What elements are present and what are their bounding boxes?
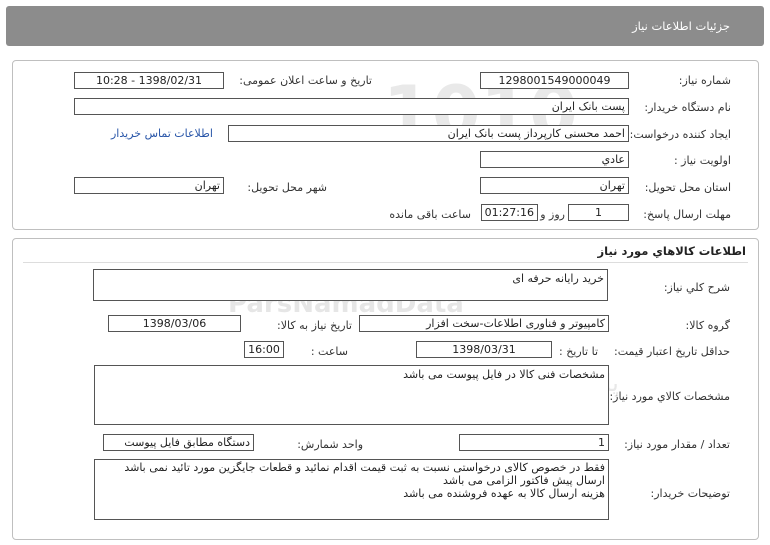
need-date-label: تاریخ نیاز به کالا:: [277, 319, 352, 332]
remaining-label: ساعت باقی مانده: [389, 208, 471, 221]
days-word: روز و: [540, 208, 565, 221]
need-date-field[interactable]: 1398/03/06: [108, 315, 241, 332]
announce-field[interactable]: 1398/02/31 - 10:28: [74, 72, 224, 89]
qty-label: تعداد / مقدار مورد نیاز:: [624, 438, 730, 451]
city-field[interactable]: تهران: [74, 177, 224, 194]
buyer-org-field[interactable]: پست بانک ایران: [74, 98, 629, 115]
validity-label: حداقل تاریخ اعتبار قیمت:: [614, 345, 730, 358]
specs-label: مشخصات کالاي مورد نياز:: [609, 390, 730, 403]
need-number-label: شماره نیاز:: [678, 74, 731, 87]
unit-field[interactable]: دستگاه مطابق فایل پیوست: [103, 434, 254, 451]
notes-label: توضیحات خریدار:: [650, 487, 731, 500]
until-date-label: تا تاریخ :: [559, 345, 598, 358]
notes-line-3: هزینه ارسال کالا به عهده فروشنده می باشد: [403, 487, 605, 500]
announce-label: تاریخ و ساعت اعلان عمومی:: [239, 74, 372, 87]
notes-line-1: فقط در خصوص کالای درخواستی نسبت به ثبت ق…: [124, 461, 605, 474]
priority-field[interactable]: عادي: [480, 151, 629, 168]
summary-field[interactable]: خرید رایانه حرفه ای: [93, 269, 608, 301]
goods-section-title: اطلاعات کالاهاي مورد نياز: [597, 244, 746, 258]
priority-label: اولویت نیاز :: [673, 154, 731, 167]
qty-field[interactable]: 1: [459, 434, 609, 451]
notes-field[interactable]: فقط در خصوص کالای درخواستی نسبت به ثبت ق…: [94, 459, 609, 520]
goods-panel: اطلاعات کالاهاي مورد نياز ParsNamadData …: [12, 238, 759, 540]
buyer-org-label: نام دستگاه خریدار:: [644, 101, 731, 114]
group-field[interactable]: کامپیوتر و فناوری اطلاعات-سخت افزار: [359, 315, 609, 332]
specs-field[interactable]: مشخصات فنی کالا در فایل پیوست می باشد: [94, 365, 609, 425]
notes-line-2: ارسال پیش فاکتور الزامی می باشد: [442, 474, 605, 487]
validity-date-field[interactable]: 1398/03/31: [416, 341, 552, 358]
creator-label: ایجاد کننده درخواست:: [629, 128, 731, 141]
group-label: گروه کالا:: [685, 319, 730, 332]
deadline-time-field[interactable]: 01:27:16: [481, 204, 538, 221]
need-info-panel: 1010 شماره نیاز: 1298001549000049 تاریخ …: [12, 60, 759, 230]
time-label: ساعت :: [310, 345, 348, 358]
deadline-days-field[interactable]: 1: [568, 204, 629, 221]
deadline-label: مهلت ارسال پاسخ:: [643, 208, 731, 221]
province-label: استان محل تحویل:: [644, 181, 731, 194]
contact-buyer-link[interactable]: اطلاعات تماس خریدار: [111, 127, 213, 140]
summary-label: شرح کلي نياز:: [663, 281, 730, 294]
province-field[interactable]: تهران: [480, 177, 629, 194]
unit-label: واحد شمارش:: [297, 438, 363, 451]
section-divider: [23, 262, 748, 263]
page-title: جزئیات اطلاعات نیاز: [632, 19, 730, 33]
validity-time-field[interactable]: 16:00: [244, 341, 284, 358]
page-header: جزئیات اطلاعات نیاز: [6, 6, 764, 46]
need-number-field[interactable]: 1298001549000049: [480, 72, 629, 89]
creator-field[interactable]: احمد محسنی کارپرداز پست بانک ایران: [228, 125, 629, 142]
city-label: شهر محل تحویل:: [247, 181, 327, 194]
